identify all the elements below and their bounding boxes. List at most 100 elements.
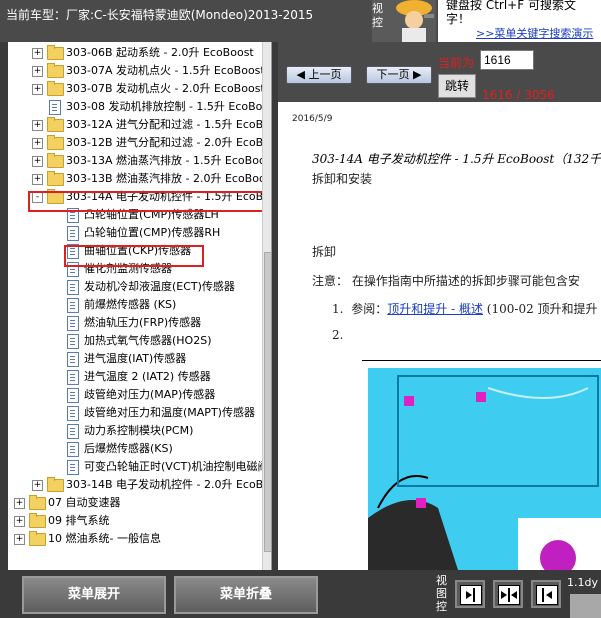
engine-illustration: [368, 368, 601, 570]
expand-icon[interactable]: +: [32, 174, 43, 185]
expand-icon[interactable]: +: [32, 156, 43, 167]
step-1-prefix: 参阅：: [351, 302, 388, 316]
page-nav-bar: ◀ 上一页 下一页 ▶ 当前为 跳转 1616 / 3056: [278, 42, 601, 102]
panel-right-icon: [536, 585, 558, 605]
expand-icon[interactable]: +: [14, 534, 25, 545]
folder-icon: [47, 45, 64, 60]
tree-item[interactable]: 凸轮轴位置(CMP)传感器RH: [8, 224, 260, 242]
tree-item-label: 303-12B 进气分配和过滤 - 2.0升 EcoBoost: [66, 136, 272, 149]
tree-item[interactable]: 歧管绝对压力和温度(MAPT)传感器: [8, 404, 260, 422]
expand-icon[interactable]: +: [32, 66, 43, 77]
menu-collapse-button[interactable]: 菜单折叠: [174, 576, 318, 614]
next-arrow-icon: ▶: [413, 68, 422, 81]
folder-icon: [47, 81, 64, 96]
tree-item[interactable]: 燃油轨压力(FRP)传感器: [8, 314, 260, 332]
expand-icon[interactable]: +: [14, 516, 25, 527]
mascot-side-text: 视控: [372, 2, 383, 29]
expand-icon[interactable]: +: [32, 138, 43, 149]
tree-item[interactable]: 前爆燃传感器 (KS): [8, 296, 260, 314]
tree-item[interactable]: +303-14B 电子发动机控件 - 2.0升 EcoBoost: [8, 476, 271, 494]
tree-item[interactable]: 进气温度 2 (IAT2) 传感器: [8, 368, 260, 386]
vehicle-title: 当前车型：厂家:C-长安福特蒙迪欧(Mondeo)2013-2015: [6, 8, 314, 22]
tree-item[interactable]: 可变凸轮轴正时(VCT)机油控制电磁阀: [8, 458, 269, 476]
document-icon: [67, 406, 79, 421]
tree-item[interactable]: 进气温度(IAT)传感器: [8, 350, 260, 368]
highlight-box-item: [64, 245, 204, 267]
tree-item-label: 后爆燃传感器(KS): [84, 442, 173, 455]
mascot-icon: [396, 0, 434, 42]
tree-item[interactable]: +07 自动变速器: [8, 494, 260, 512]
tree-item-label: 歧管绝对压力和温度(MAPT)传感器: [84, 406, 255, 419]
tree-item-label: 303-13B 燃油蒸汽排放 - 2.0升 EcoBoost: [66, 172, 272, 185]
prev-page-button[interactable]: ◀ 上一页: [286, 66, 352, 84]
page-count: 1616 / 3056: [482, 88, 555, 102]
tree-item[interactable]: +303-06B 起动系统 - 2.0升 EcoBoost: [8, 44, 260, 62]
step-1-number: 1.: [332, 302, 344, 316]
doc-subheading: 拆卸和安装: [312, 172, 373, 186]
document-icon: [67, 370, 79, 385]
tree-item[interactable]: +09 排气系统: [8, 512, 260, 530]
next-page-button[interactable]: 下一页 ▶: [366, 66, 432, 84]
tree-item[interactable]: 歧管绝对压力(MAP)传感器: [8, 386, 260, 404]
figure-rule: [362, 360, 601, 361]
document-icon: [67, 352, 79, 367]
view-split-button[interactable]: [493, 580, 523, 608]
page-number-input[interactable]: [480, 50, 534, 70]
tree-scrollbar[interactable]: [262, 42, 271, 570]
expand-icon[interactable]: +: [14, 498, 25, 509]
tree-item-label: 前爆燃传感器 (KS): [84, 298, 177, 311]
tree-scroll-thumb[interactable]: [264, 252, 271, 552]
document-icon: [67, 316, 79, 331]
tree-item-label: 加热式氧气传感器(HO2S): [84, 334, 212, 347]
view-left-button[interactable]: [455, 580, 485, 608]
tree-item[interactable]: +303-13A 燃油蒸汽排放 - 1.5升 EcoBoost: [8, 152, 271, 170]
procedure-figure: [368, 368, 601, 570]
highlight-box-section: [28, 191, 264, 212]
hint-line-2: 字！: [446, 12, 471, 26]
tree-item-label: 可变凸轮轴正时(VCT)机油控制电磁阀: [84, 460, 269, 473]
folder-icon: [29, 531, 46, 546]
expand-icon[interactable]: +: [32, 84, 43, 95]
search-demo-link[interactable]: >>菜单关键字搜索演示: [476, 25, 593, 41]
menu-expand-button[interactable]: 菜单展开: [22, 576, 166, 614]
document-icon: [67, 298, 79, 313]
tree-item-label: 发动机冷却液温度(ECT)传感器: [84, 280, 235, 293]
tree-item[interactable]: 发动机冷却液温度(ECT)传感器: [8, 278, 260, 296]
document-icon: [67, 226, 79, 241]
tree-item[interactable]: 加热式氧气传感器(HO2S): [8, 332, 260, 350]
step-1-suffix: (100-02 顶升和提升: [482, 302, 598, 316]
tree-item-label: 303-14B 电子发动机控件 - 2.0升 EcoBoost: [66, 478, 272, 491]
tree-item[interactable]: 后爆燃传感器(KS): [8, 440, 260, 458]
tree-item[interactable]: +10 燃油系统- 一般信息: [8, 530, 260, 548]
document-content: 2016/5/9 303-14A 电子发动机控件 - 1.5升 EcoBoost…: [278, 102, 601, 570]
tree-item[interactable]: +303-12A 进气分配和过滤 - 1.5升 EcoBoost: [8, 116, 271, 134]
step-2-number: 2.: [332, 328, 344, 342]
document-icon: [67, 280, 79, 295]
doc-heading: 303-14A 电子发动机控件 - 1.5升 EcoBoost（132千: [312, 152, 601, 166]
view-right-button[interactable]: [531, 580, 561, 608]
folder-icon: [47, 153, 64, 168]
top-bar: 当前车型：厂家:C-长安福特蒙迪欧(Mondeo)2013-2015 视控 键盘…: [0, 0, 601, 42]
tree-item[interactable]: 动力系控制模块(PCM): [8, 422, 260, 440]
tree-item[interactable]: +303-07B 发动机点火 - 2.0升 EcoBoost: [8, 80, 265, 98]
tree-item-label: 303-06B 起动系统 - 2.0升 EcoBoost: [66, 46, 254, 59]
tree-item-label: 进气温度 2 (IAT2) 传感器: [84, 370, 211, 383]
tree-item[interactable]: +303-12B 进气分配和过滤 - 2.0升 EcoBoost: [8, 134, 271, 152]
expand-icon[interactable]: +: [32, 48, 43, 59]
step-1-link[interactable]: 顶升和提升 - 概述: [387, 302, 483, 316]
tree-item-label: 10 燃油系统- 一般信息: [48, 532, 161, 545]
go-button[interactable]: 跳转: [438, 74, 476, 98]
document-icon: [67, 460, 79, 475]
expand-icon[interactable]: +: [32, 120, 43, 131]
doc-section-title: 拆卸: [312, 245, 337, 259]
next-page-label: 下一页: [376, 68, 410, 81]
doc-note: 注意： 在操作指南中所描述的拆卸步骤可能包含安: [312, 274, 580, 288]
tree-item[interactable]: +303-07A 发动机点火 - 1.5升 EcoBoost: [8, 62, 265, 80]
menu-tree: +303-06B 起动系统 - 2.0升 EcoBoost +303-07A 发动…: [8, 42, 272, 570]
expand-icon[interactable]: +: [32, 480, 43, 491]
folder-icon: [47, 135, 64, 150]
tree-item-label: 动力系控制模块(PCM): [84, 424, 194, 437]
tree-item-label: 303-07A 发动机点火 - 1.5升 EcoBoost: [66, 64, 265, 77]
tree-item[interactable]: 303-08 发动机排放控制 - 1.5升 EcoBoost: [8, 98, 271, 116]
tree-item[interactable]: +303-13B 燃油蒸汽排放 - 2.0升 EcoBoost: [8, 170, 271, 188]
